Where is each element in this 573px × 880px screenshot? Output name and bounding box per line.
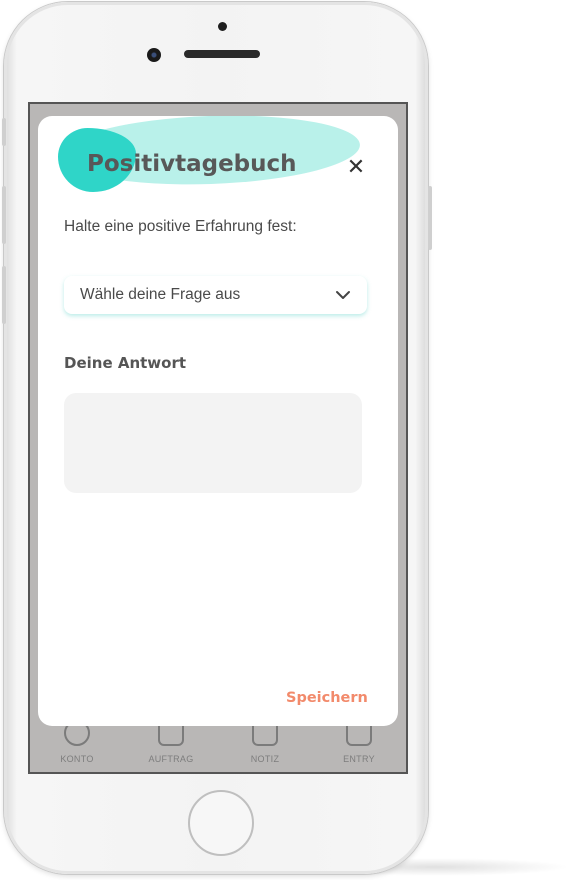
- tab-entry[interactable]: ENTRY: [319, 720, 399, 764]
- volume-down-button: [2, 266, 6, 324]
- tab-label: ENTRY: [343, 754, 375, 764]
- tab-notiz[interactable]: NOTIZ: [225, 720, 305, 764]
- tab-auftrag[interactable]: AUFTRAG: [131, 720, 211, 764]
- question-select-value: Wähle deine Frage aus: [80, 286, 241, 303]
- home-button[interactable]: [188, 790, 254, 856]
- earpiece-speaker: [184, 50, 260, 58]
- answer-textarea[interactable]: [64, 393, 362, 493]
- answer-label: Deine Antwort: [64, 354, 187, 372]
- device-stage: KONTO AUFTRAG NOTIZ ENTRY Positivtagebuc…: [0, 0, 573, 880]
- power-button: [428, 186, 432, 250]
- proximity-sensor: [218, 22, 227, 31]
- mute-switch: [2, 118, 6, 146]
- front-camera-icon: [147, 48, 161, 62]
- close-icon: ✕: [346, 154, 366, 180]
- modal-subtitle: Halte eine positive Erfahrung fest:: [64, 218, 297, 235]
- question-select[interactable]: Wähle deine Frage aus: [64, 276, 367, 314]
- tab-konto[interactable]: KONTO: [37, 720, 117, 764]
- modal-title: Positivtagebuch: [87, 151, 297, 177]
- close-button[interactable]: ✕: [342, 153, 370, 181]
- chevron-down-icon: [336, 291, 350, 299]
- tab-label: KONTO: [60, 754, 94, 764]
- volume-up-button: [2, 186, 6, 244]
- tab-label: AUFTRAG: [148, 754, 194, 764]
- tab-label: NOTIZ: [250, 754, 280, 764]
- save-button[interactable]: Speichern: [286, 690, 368, 706]
- positivtagebuch-modal: Positivtagebuch ✕ Halte eine positive Er…: [38, 116, 398, 726]
